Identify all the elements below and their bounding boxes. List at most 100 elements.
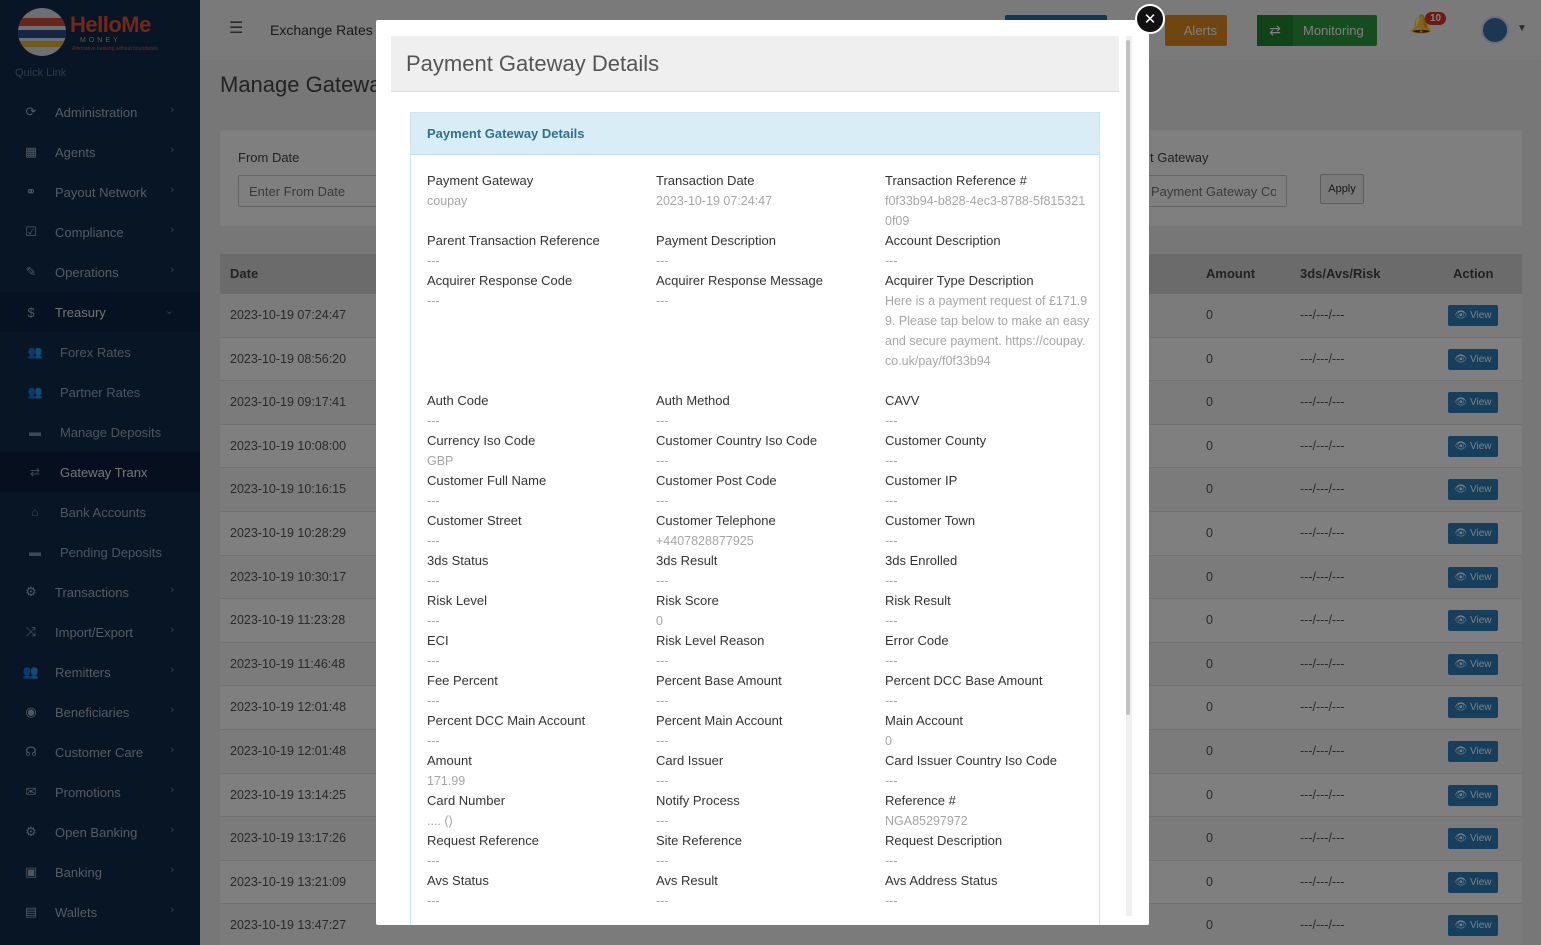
modal-title: Payment Gateway Details (406, 51, 660, 76)
detail-label: Card Issuer Country Iso Code (885, 753, 1057, 768)
detail-value: --- (427, 854, 440, 868)
detail-field: Payment Gateway coupay (427, 171, 652, 211)
detail-label: Parent Transaction Reference (427, 233, 600, 248)
detail-value: --- (656, 654, 669, 668)
detail-label: Customer Country Iso Code (656, 433, 818, 448)
detail-field: Auth Method --- (656, 391, 881, 431)
detail-label: Customer Telephone (656, 513, 776, 528)
detail-value: --- (656, 294, 669, 308)
detail-label: Payment Gateway (427, 173, 534, 188)
detail-field: Percent DCC Base Amount --- (885, 671, 1090, 711)
detail-value: +4407828877925 (656, 534, 754, 548)
detail-field: Percent Base Amount --- (656, 671, 881, 711)
detail-label: Acquirer Type Description (885, 273, 1034, 288)
payment-gateway-modal: Payment Gateway Details Payment Gateway … (376, 20, 1149, 925)
detail-label: Risk Level (427, 593, 487, 608)
detail-label: Risk Result (885, 593, 951, 608)
detail-label: Customer Post Code (656, 473, 777, 488)
detail-label: Acquirer Response Code (427, 273, 573, 288)
detail-label: Customer County (885, 433, 987, 448)
detail-field: Risk Level Reason --- (656, 631, 881, 671)
detail-value: --- (427, 534, 440, 548)
detail-label: Customer Street (427, 513, 522, 528)
detail-field: Request Reference --- (427, 831, 652, 871)
detail-label: 3ds Enrolled (885, 553, 958, 568)
detail-label: Reference # (885, 793, 956, 808)
detail-value: --- (427, 894, 440, 908)
detail-field: 3ds Enrolled --- (885, 551, 1090, 591)
detail-value: --- (427, 614, 440, 628)
detail-field: 3ds Result --- (656, 551, 881, 591)
detail-value: --- (885, 414, 898, 428)
modal-scrollbar-thumb[interactable] (1126, 40, 1130, 715)
detail-label: Customer Town (885, 513, 976, 528)
detail-value: --- (656, 454, 669, 468)
detail-value: --- (885, 254, 898, 268)
detail-field: Reference # NGA85297972 (885, 791, 1090, 831)
detail-field: Customer Post Code --- (656, 471, 881, 511)
detail-field: Percent DCC Main Account --- (427, 711, 652, 751)
detail-value: NGA85297972 (885, 814, 968, 828)
detail-label: Acquirer Response Message (656, 273, 823, 288)
detail-field: Transaction Reference # f0f33b94-b828-4ec… (885, 171, 1090, 231)
detail-label: Site Reference (656, 833, 742, 848)
detail-value: --- (656, 894, 669, 908)
detail-label: Auth Method (656, 393, 730, 408)
detail-field: CAVV --- (885, 391, 1090, 431)
detail-label: Percent Base Amount (656, 673, 782, 688)
detail-value: 0 (885, 734, 892, 748)
detail-value: 0 (656, 614, 663, 628)
detail-value: --- (427, 574, 440, 588)
detail-value: --- (885, 854, 898, 868)
detail-value: --- (427, 294, 440, 308)
detail-value: f0f33b94-b828-4ec3-8788-5f8153210f09 (885, 194, 1086, 228)
detail-value: --- (427, 734, 440, 748)
detail-field: Request Description --- (885, 831, 1090, 871)
detail-label: Fee Percent (427, 673, 498, 688)
detail-value: --- (427, 494, 440, 508)
detail-value: 171.99 (427, 774, 466, 788)
detail-label: Customer IP (885, 473, 958, 488)
detail-value: --- (885, 894, 898, 908)
detail-label: Account Description (885, 233, 1001, 248)
detail-label: Transaction Reference # (885, 173, 1027, 188)
detail-field: Acquirer Type Description Here is a payme… (885, 271, 1090, 371)
detail-field: Acquirer Response Code --- (427, 271, 652, 311)
details-panel: Payment Gateway Details Payment Gateway c… (410, 112, 1100, 925)
detail-label: Customer Full Name (427, 473, 547, 488)
detail-field: Notify Process --- (656, 791, 881, 831)
detail-value: --- (427, 414, 440, 428)
detail-field: Site Reference --- (656, 831, 881, 871)
detail-field: Card Number .... () (427, 791, 652, 831)
detail-value: --- (656, 774, 669, 788)
detail-label: Risk Level Reason (656, 633, 765, 648)
detail-label: Main Account (885, 713, 964, 728)
detail-label: Error Code (885, 633, 949, 648)
detail-field: Card Issuer --- (656, 751, 881, 791)
detail-field: Error Code --- (885, 631, 1090, 671)
detail-field: Avs Result --- (656, 871, 881, 911)
detail-value: --- (885, 454, 898, 468)
detail-label: Avs Address Status (885, 873, 998, 888)
detail-value: --- (885, 654, 898, 668)
detail-value: --- (656, 494, 669, 508)
detail-label: Avs Result (656, 873, 718, 888)
detail-field: Card Issuer Country Iso Code --- (885, 751, 1090, 791)
detail-field: Percent Main Account --- (656, 711, 881, 751)
detail-label: Payment Description (656, 233, 776, 248)
detail-value: GBP (427, 454, 454, 468)
detail-value: --- (427, 254, 440, 268)
detail-value: --- (885, 494, 898, 508)
detail-field: Customer Country Iso Code --- (656, 431, 881, 471)
detail-label: Avs Status (427, 873, 489, 888)
detail-label: Request Description (885, 833, 1003, 848)
detail-field: Customer Street --- (427, 511, 652, 551)
detail-field: Customer IP --- (885, 471, 1090, 511)
detail-label: Card Number (427, 793, 506, 808)
detail-value: --- (427, 654, 440, 668)
detail-value: --- (427, 694, 440, 708)
detail-value: 2023-10-19 07:24:47 (656, 194, 773, 208)
detail-field: Parent Transaction Reference --- (427, 231, 652, 271)
detail-field: Account Description --- (885, 231, 1090, 271)
close-icon[interactable]: ✕ (1135, 4, 1165, 34)
